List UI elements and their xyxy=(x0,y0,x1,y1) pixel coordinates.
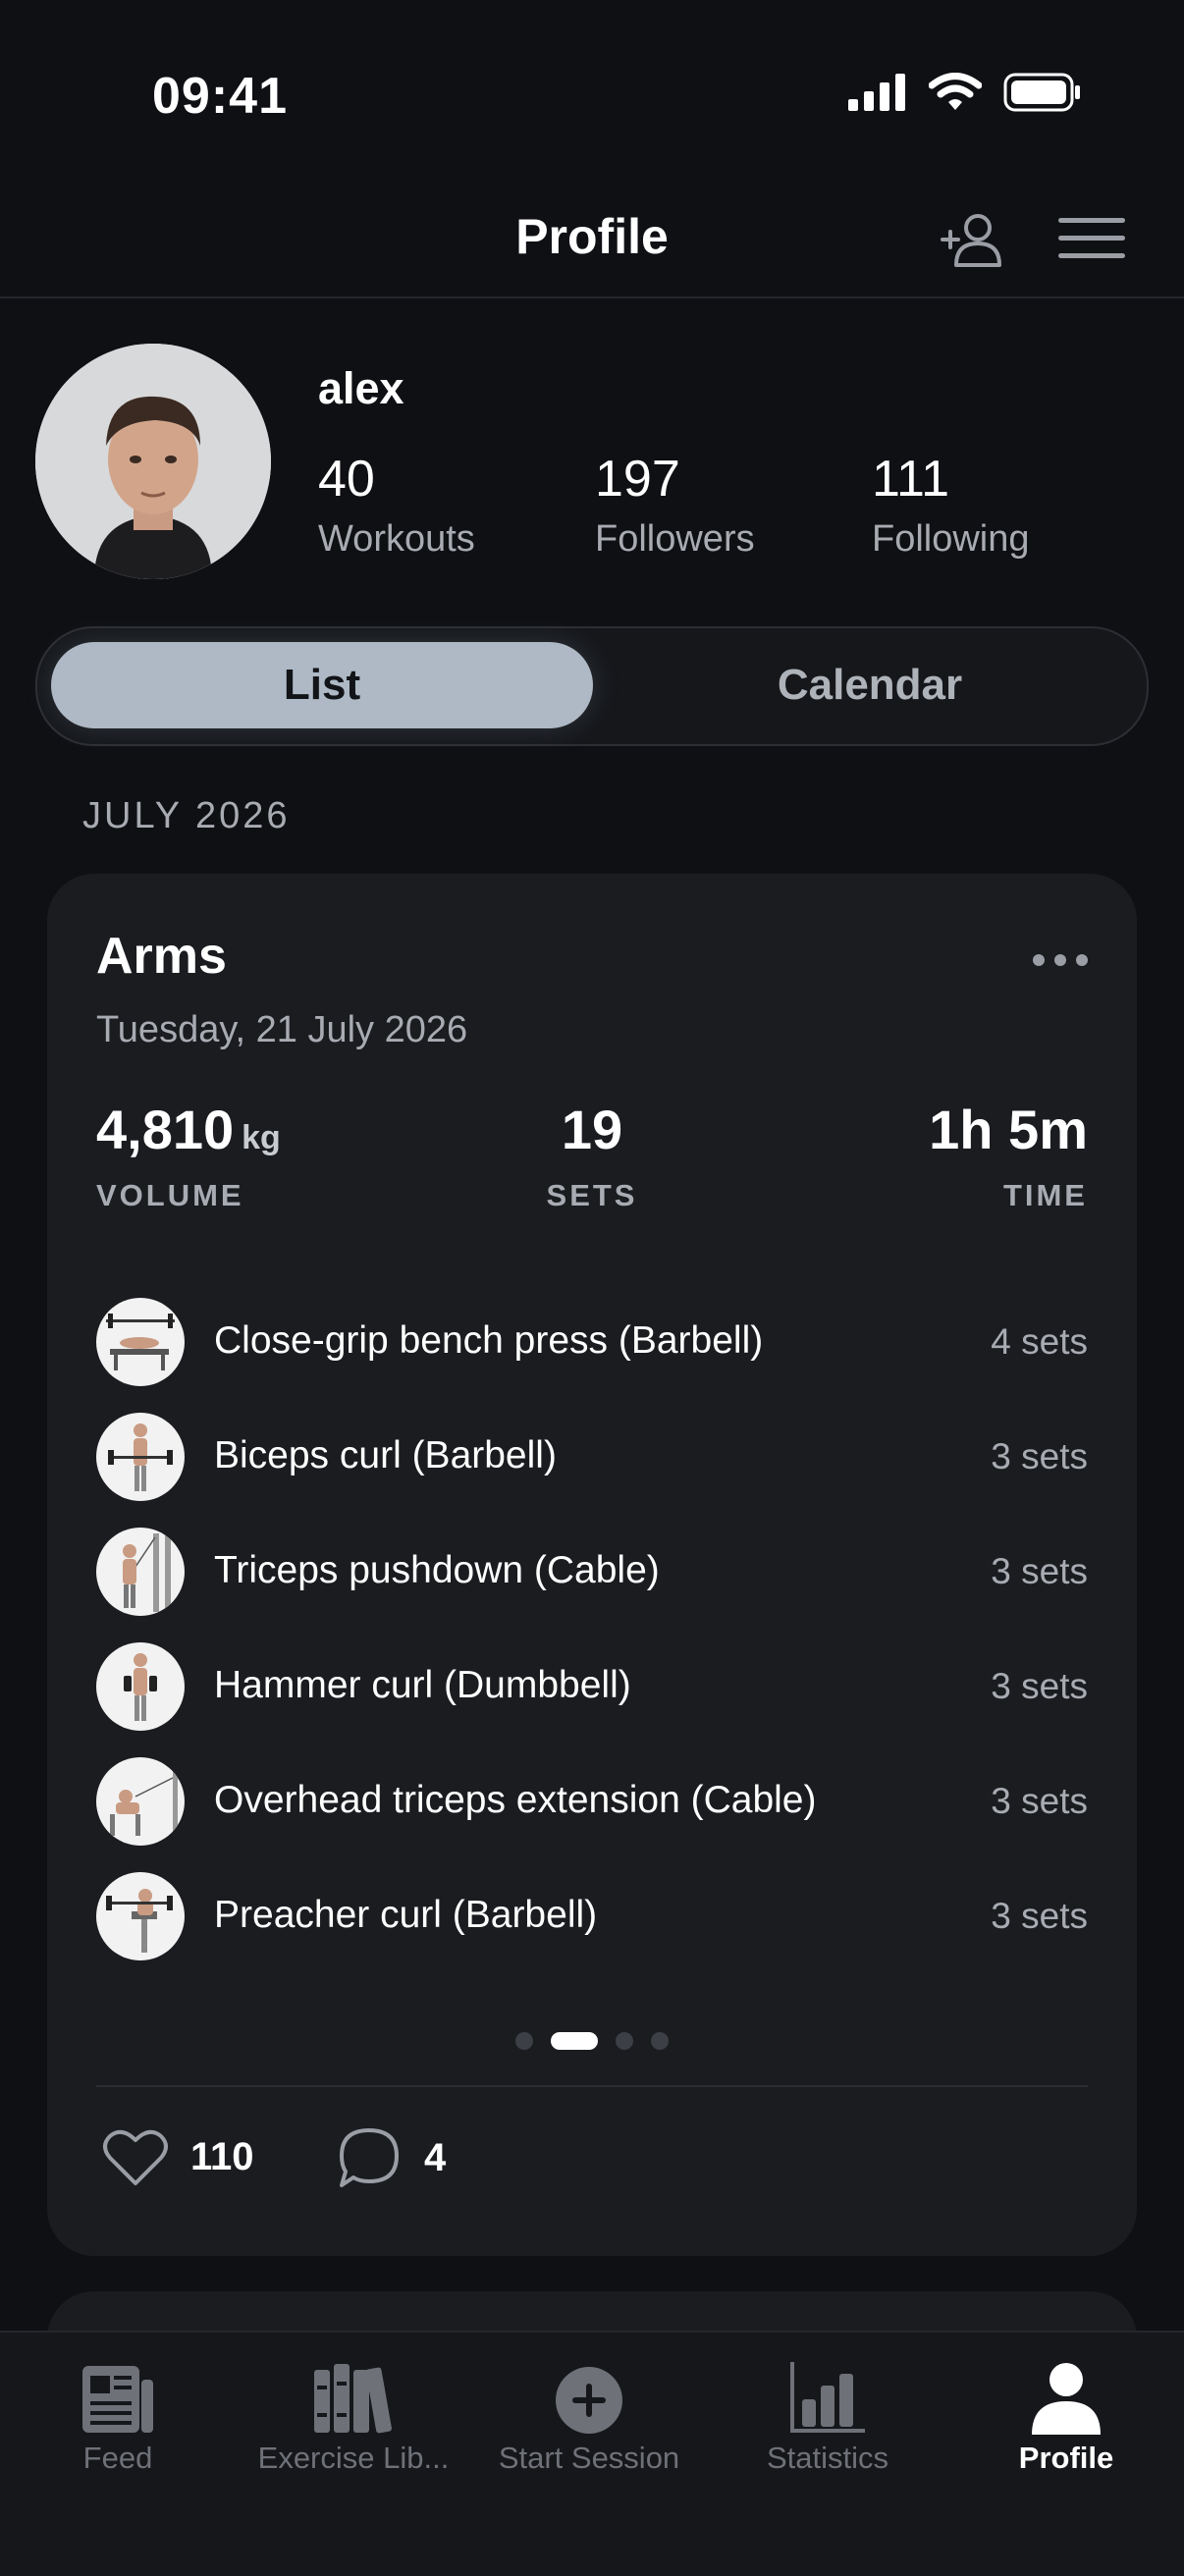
stat-following[interactable]: 111 Following xyxy=(872,450,1030,561)
more-options-button[interactable] xyxy=(1033,954,1088,966)
exercise-thumbnail xyxy=(96,1298,185,1386)
page-dot xyxy=(515,2032,533,2050)
stat-followers-label: Followers xyxy=(595,518,755,560)
exercise-row[interactable]: Biceps curl (Barbell) 3 sets xyxy=(96,1413,1088,1503)
exercise-name: Preacher curl (Barbell) xyxy=(214,1894,598,1936)
bench-press-figure-icon xyxy=(106,1314,175,1370)
calendar-view-button[interactable]: Calendar xyxy=(607,642,1133,728)
tab-statistics[interactable]: Statistics xyxy=(710,2356,945,2476)
exercise-name: Close-grip bench press (Barbell) xyxy=(214,1319,764,1362)
profile-photo xyxy=(35,344,271,579)
tab-statistics-label: Statistics xyxy=(766,2441,889,2475)
status-time: 09:41 xyxy=(152,68,288,125)
nav-header: Profile xyxy=(0,187,1184,298)
tab-start-session[interactable]: Start Session xyxy=(471,2356,707,2476)
bar-chart-icon xyxy=(790,2362,865,2433)
status-icons xyxy=(848,73,1082,112)
tab-bar: Feed Exercise Lib... Start Session Stati… xyxy=(0,2331,1184,2576)
plus-circle-icon xyxy=(556,2367,622,2434)
stat-workouts-value: 40 xyxy=(318,451,375,508)
view-toggle: List Calendar xyxy=(35,626,1149,746)
tab-profile-label: Profile xyxy=(1018,2441,1114,2475)
stat-followers-value: 197 xyxy=(595,451,680,508)
stat-following-label: Following xyxy=(872,518,1030,560)
exercise-sets: 3 sets xyxy=(991,1436,1088,1476)
stat-following-value: 111 xyxy=(872,451,950,508)
exercise-thumbnail xyxy=(96,1528,185,1616)
stat-workouts[interactable]: 40 Workouts xyxy=(318,450,475,561)
menu-button[interactable] xyxy=(1056,214,1127,268)
tab-feed-label: Feed xyxy=(82,2441,153,2475)
triceps-pushdown-figure-icon xyxy=(123,1533,171,1612)
tab-exercise-library[interactable]: Exercise Lib... xyxy=(236,2356,471,2476)
page-dot xyxy=(616,2032,633,2050)
stat-workouts-label: Workouts xyxy=(318,518,475,560)
month-heading: JULY 2026 xyxy=(82,795,291,836)
overhead-triceps-figure-icon xyxy=(110,1763,178,1842)
exercise-sets: 3 sets xyxy=(991,1896,1088,1936)
heart-icon xyxy=(103,2129,168,2185)
more-dot-icon xyxy=(1033,954,1045,966)
exercise-row[interactable]: Overhead triceps extension (Cable) 3 set… xyxy=(96,1757,1088,1848)
time-value: 1h 5m xyxy=(929,1099,1088,1160)
tab-start-session-label: Start Session xyxy=(498,2441,680,2475)
cellular-signal-icon xyxy=(848,74,905,111)
card-divider xyxy=(96,2085,1088,2087)
page-dot xyxy=(651,2032,669,2050)
list-view-button[interactable]: List xyxy=(51,642,593,728)
library-icon xyxy=(314,2364,392,2434)
sets-label: SETS xyxy=(546,1178,638,1212)
exercise-thumbnail xyxy=(96,1757,185,1846)
like-count: 110 xyxy=(190,2134,254,2178)
more-dot-icon xyxy=(1076,954,1088,966)
tab-exercise-library-label: Exercise Lib... xyxy=(257,2441,450,2475)
battery-icon xyxy=(1003,73,1080,112)
preacher-curl-figure-icon xyxy=(106,1889,173,1953)
workout-date: Tuesday, 21 July 2026 xyxy=(96,1009,468,1050)
exercise-thumbnail xyxy=(96,1413,185,1501)
add-person-icon xyxy=(941,214,1001,267)
username: alex xyxy=(318,363,404,413)
exercise-thumbnail xyxy=(96,1642,185,1731)
exercise-name: Triceps pushdown (Cable) xyxy=(214,1549,660,1591)
exercise-sets: 4 sets xyxy=(991,1321,1088,1362)
time-label: TIME xyxy=(1002,1178,1088,1212)
comment-count: 4 xyxy=(424,2135,447,2179)
wifi-icon xyxy=(929,73,982,110)
tab-feed[interactable]: Feed xyxy=(0,2356,236,2476)
status-bar: 09:41 xyxy=(0,0,1184,187)
exercise-row[interactable]: Triceps pushdown (Cable) 3 sets xyxy=(96,1528,1088,1618)
hamburger-menu-icon xyxy=(1058,218,1125,258)
exercise-name: Overhead triceps extension (Cable) xyxy=(214,1779,817,1821)
exercise-row[interactable]: Preacher curl (Barbell) 3 sets xyxy=(96,1872,1088,1962)
stat-followers[interactable]: 197 Followers xyxy=(595,450,755,561)
like-button[interactable]: 110 xyxy=(102,2126,254,2187)
exercise-sets: 3 sets xyxy=(991,1666,1088,1706)
exercise-row[interactable]: Hammer curl (Dumbbell) 3 sets xyxy=(96,1642,1088,1733)
exercise-sets: 3 sets xyxy=(991,1551,1088,1591)
page-dot-active xyxy=(551,2032,598,2050)
hammer-curl-figure-icon xyxy=(124,1653,157,1721)
exercise-thumbnail xyxy=(96,1872,185,1960)
exercise-name: Hammer curl (Dumbbell) xyxy=(214,1664,631,1706)
comment-button[interactable]: 4 xyxy=(336,2126,446,2189)
page-indicator[interactable] xyxy=(47,2032,1137,2050)
avatar[interactable] xyxy=(35,344,271,579)
person-icon xyxy=(1032,2363,1101,2435)
exercise-name: Biceps curl (Barbell) xyxy=(214,1434,557,1476)
tab-profile[interactable]: Profile xyxy=(948,2356,1184,2476)
feed-icon xyxy=(82,2366,153,2433)
biceps-curl-figure-icon xyxy=(108,1423,173,1491)
exercise-sets: 3 sets xyxy=(991,1781,1088,1821)
add-friend-button[interactable] xyxy=(939,206,1007,280)
workout-title: Arms xyxy=(96,928,227,985)
comment-bubble-icon xyxy=(340,2128,399,2187)
more-dot-icon xyxy=(1054,954,1066,966)
exercise-row[interactable]: Close-grip bench press (Barbell) 4 sets xyxy=(96,1298,1088,1388)
workout-card[interactable]: Arms Tuesday, 21 July 2026 4,810 kg VOLUM… xyxy=(47,874,1137,2256)
